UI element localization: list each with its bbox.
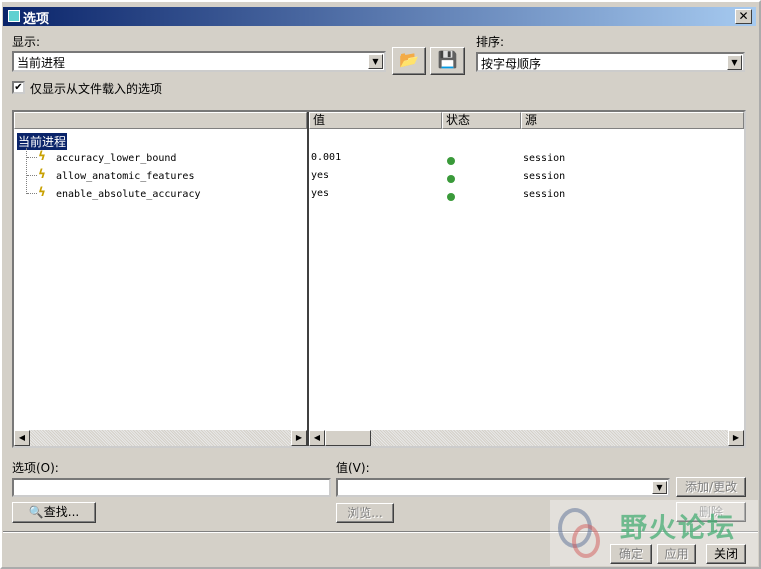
column-header-status[interactable]: 状态 (442, 112, 521, 129)
sort-label: 排序: (476, 35, 505, 49)
browse-button[interactable]: 浏览... (336, 503, 394, 523)
tree-line (26, 148, 27, 194)
close-window-button[interactable]: ✕ (735, 9, 752, 24)
tree-root[interactable]: 当前进程 (15, 132, 69, 151)
tree-branch (27, 193, 37, 194)
sort-value: 按字母顺序 (481, 57, 542, 71)
option-value: yes (311, 170, 330, 181)
option-name: accuracy_lower_bound (56, 153, 177, 164)
tree-branch (27, 175, 37, 176)
watermark-ring-icon (572, 524, 600, 558)
lightning-icon: ϟ (38, 167, 46, 181)
value-select[interactable]: ▼ (336, 478, 670, 497)
scroll-left-icon[interactable]: ◀ (14, 430, 30, 446)
display-value: 当前进程 (17, 56, 66, 70)
status-dot-icon (447, 157, 455, 165)
window-icon (8, 10, 20, 22)
sort-select[interactable]: 按字母顺序 ▼ (476, 52, 745, 72)
find-button[interactable]: 🔍查找... (12, 502, 96, 523)
folder-open-icon: 📂 (399, 50, 419, 69)
scroll-left-icon[interactable]: ◀ (309, 430, 325, 446)
right-horizontal-scrollbar[interactable]: ◀ ▶ (309, 430, 744, 446)
tree-branch (27, 157, 37, 158)
ok-button[interactable]: 确定 (610, 544, 652, 564)
find-label: 查找... (43, 505, 80, 519)
option-name: enable_absolute_accuracy (56, 189, 201, 200)
column-header-value[interactable]: 值 (309, 112, 442, 129)
column-header-source[interactable]: 源 (521, 112, 744, 129)
option-source: session (523, 171, 566, 182)
scroll-right-icon[interactable]: ▶ (728, 430, 744, 446)
column-header-name[interactable] (14, 112, 307, 129)
options-table: 值 状态 源 当前进程 ϟ accuracy_lower_bound 0.001… (12, 110, 746, 448)
search-icon: 🔍 (28, 505, 44, 519)
option-source: session (523, 153, 566, 164)
option-name: allow_anatomic_features (56, 171, 195, 182)
watermark-text: 野火论坛 (620, 513, 736, 544)
window-title: 选项 (23, 12, 50, 27)
apply-button[interactable]: 应用 (657, 544, 696, 564)
option-input[interactable] (12, 478, 331, 497)
chevron-down-icon[interactable]: ▼ (727, 55, 742, 70)
lightning-icon: ϟ (38, 185, 46, 199)
filter-label: 仅显示从文件载入的选项 (30, 82, 163, 96)
status-dot-icon (447, 175, 455, 183)
value-label: 值(V): (336, 461, 370, 475)
save-file-button[interactable]: 💾 (430, 47, 465, 75)
status-dot-icon (447, 193, 455, 201)
chevron-down-icon[interactable]: ▼ (652, 481, 667, 494)
chevron-down-icon[interactable]: ▼ (368, 54, 383, 69)
title-bar: 选项 (3, 7, 756, 27)
scroll-thumb[interactable] (325, 430, 371, 446)
display-label: 显示: (12, 35, 41, 49)
display-select[interactable]: 当前进程 ▼ (12, 51, 386, 72)
add-change-button[interactable]: 添加/更改 (676, 477, 746, 497)
lightning-icon: ϟ (38, 149, 46, 163)
option-value: 0.001 (311, 152, 342, 163)
open-file-button[interactable]: 📂 (392, 47, 426, 75)
option-source: session (523, 189, 566, 200)
close-button[interactable]: 关闭 (706, 544, 746, 564)
option-label: 选项(O): (12, 461, 59, 475)
filter-checkbox[interactable]: ✔ (12, 81, 25, 94)
pane-divider[interactable] (307, 112, 309, 446)
option-value: yes (311, 188, 330, 199)
left-horizontal-scrollbar[interactable]: ◀ ▶ (14, 430, 307, 446)
save-icon: 💾 (437, 50, 458, 69)
scroll-right-icon[interactable]: ▶ (291, 430, 307, 446)
